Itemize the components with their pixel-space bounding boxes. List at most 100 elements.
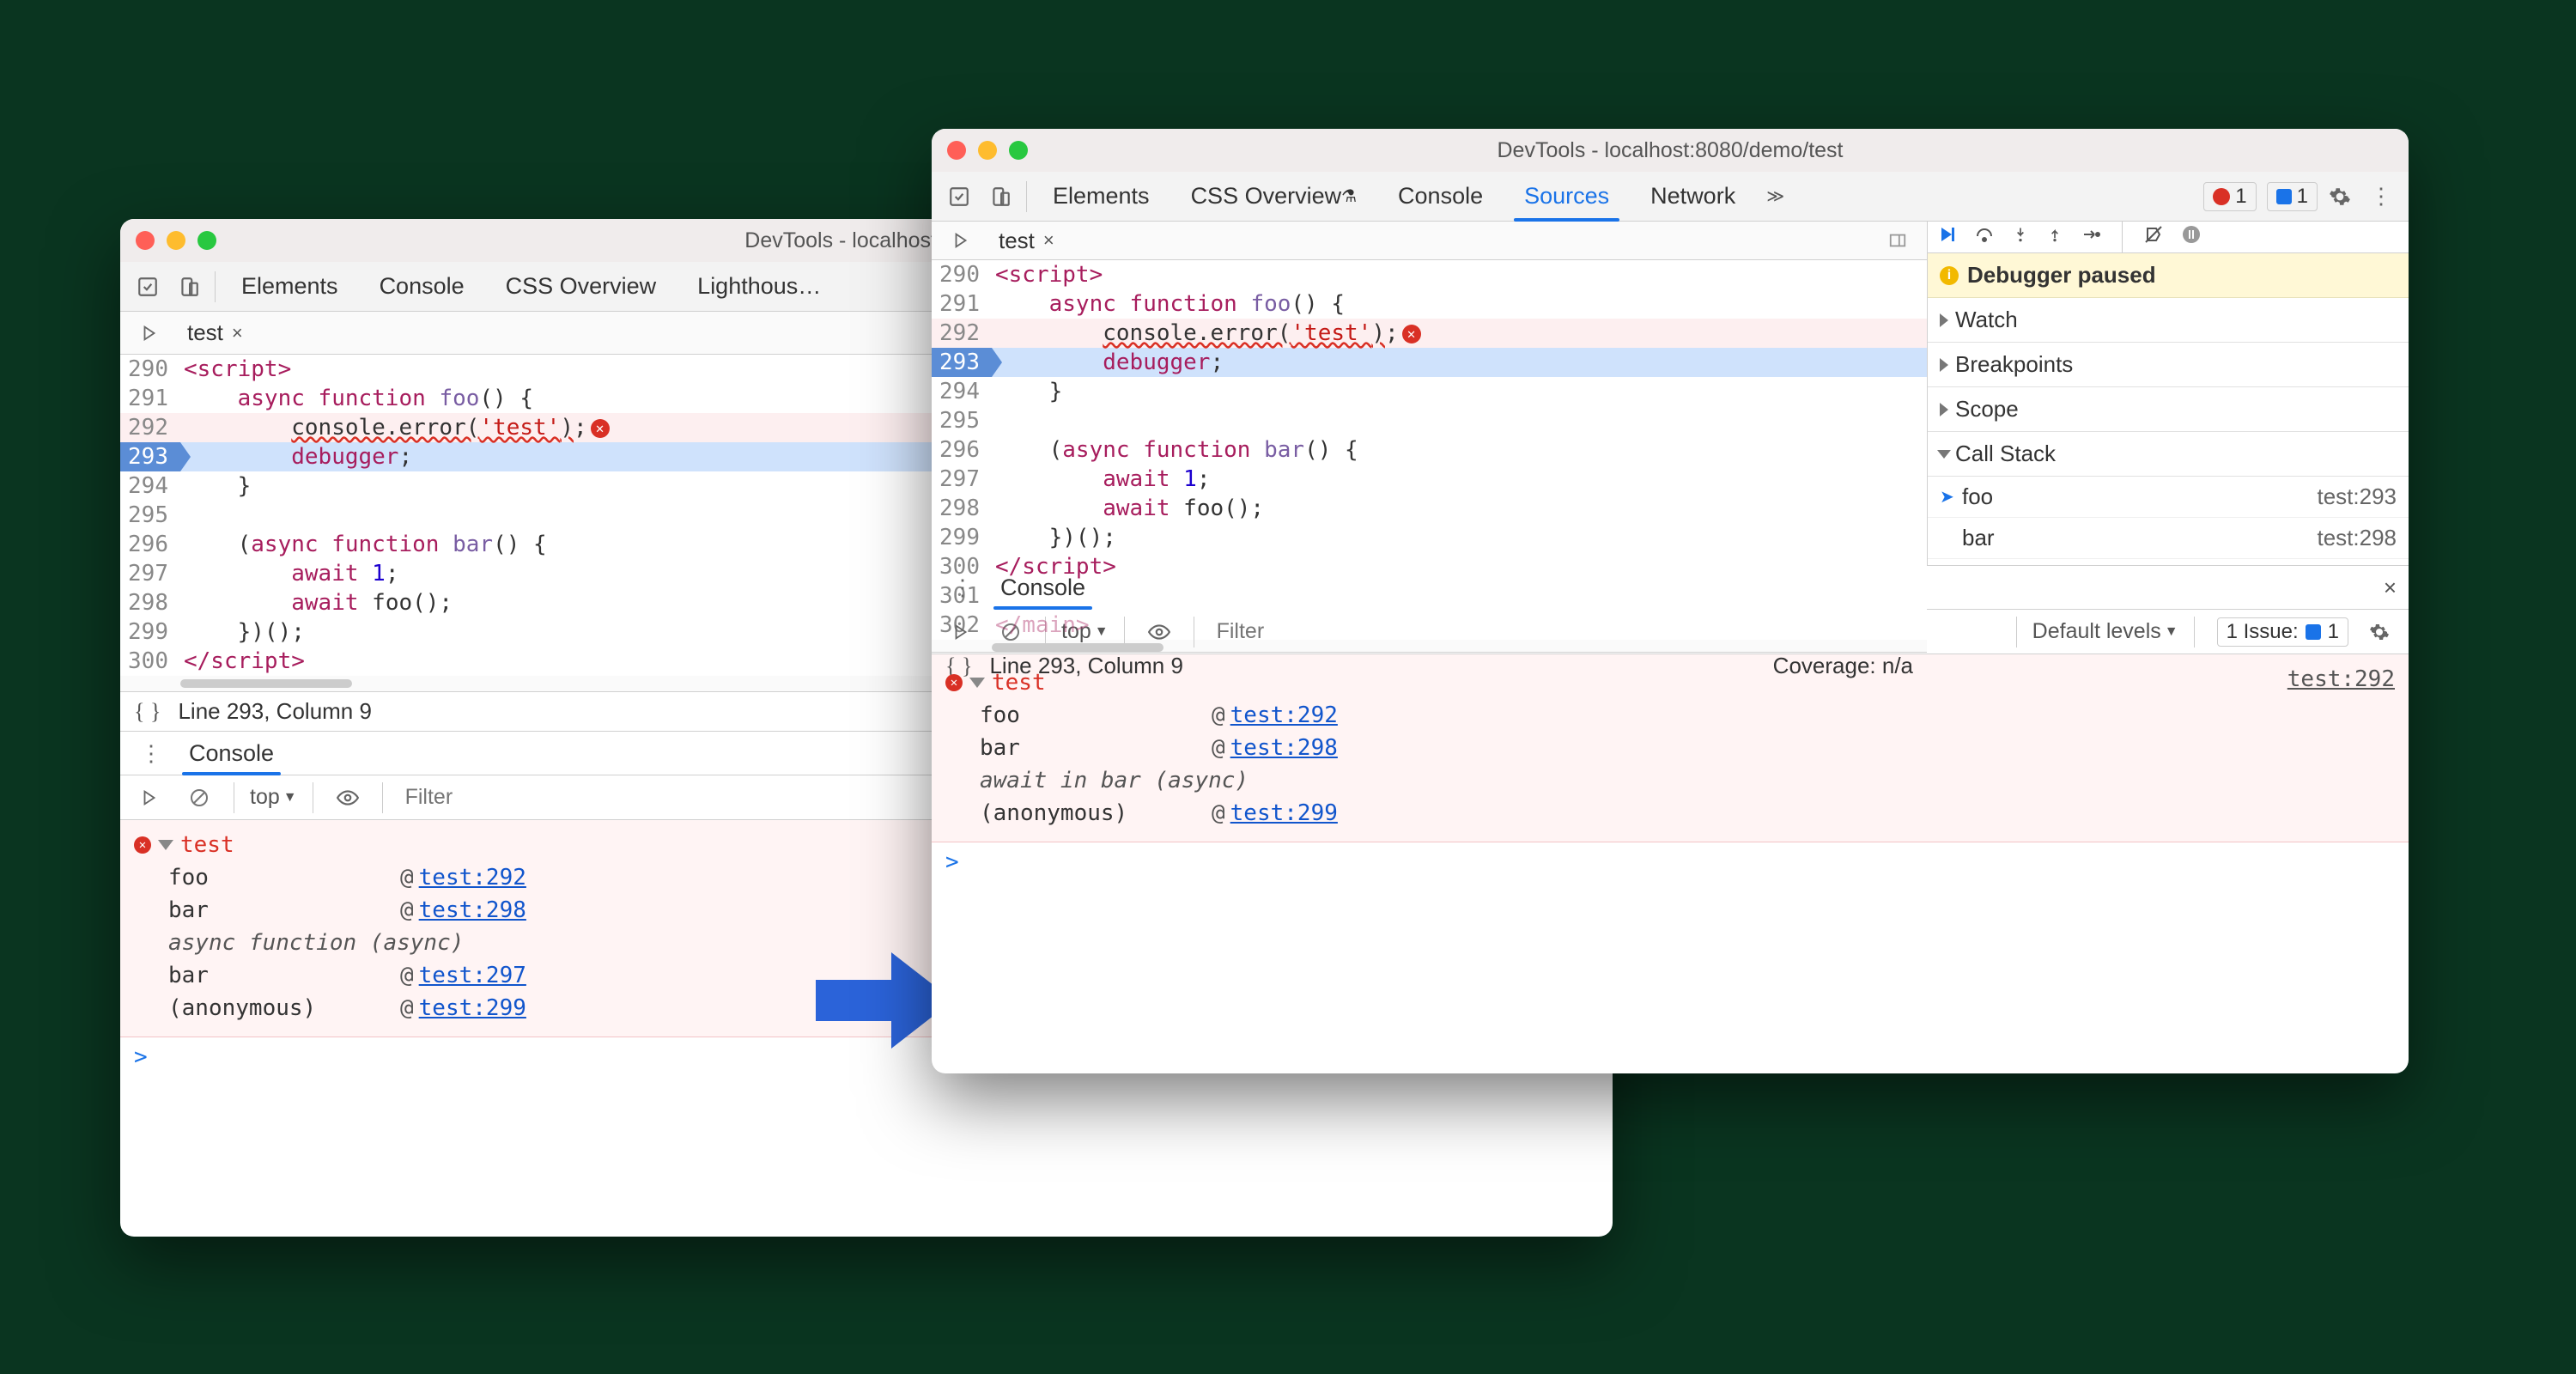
eye-icon[interactable] [329, 779, 367, 817]
gear-icon[interactable] [2360, 613, 2398, 651]
close-icon[interactable] [947, 141, 966, 160]
expand-icon[interactable] [969, 678, 985, 688]
code-line[interactable]: 296 (async function bar() { [932, 435, 1927, 465]
navigator-icon[interactable] [131, 779, 168, 817]
source-link[interactable]: test:298 [419, 897, 526, 923]
code-line[interactable]: 294 } [932, 377, 1927, 406]
close-icon[interactable]: × [1043, 229, 1054, 252]
stack-fn: foo [134, 865, 400, 891]
inspect-icon[interactable] [129, 268, 167, 306]
navigator-icon[interactable] [942, 613, 980, 651]
flask-icon: ⚗ [1341, 185, 1357, 207]
file-tab[interactable]: test × [180, 316, 250, 350]
stack-fn: bar [945, 735, 1212, 761]
expand-icon[interactable] [158, 840, 173, 850]
code-line[interactable]: 299 })(); [932, 523, 1927, 552]
pane-call-stack[interactable]: Call Stack [1928, 432, 2409, 477]
code-line[interactable]: 292 console.error('test');✕ [932, 319, 1927, 348]
device-icon[interactable] [170, 268, 208, 306]
stack-fn: foo [945, 702, 1212, 728]
clear-icon[interactable] [180, 779, 218, 817]
more-panels-icon[interactable] [1879, 222, 1917, 259]
source-link[interactable]: test:299 [419, 995, 526, 1021]
resume-icon[interactable] [1936, 224, 1957, 250]
eye-icon[interactable] [1140, 613, 1178, 651]
tab-elements[interactable]: Elements [1034, 172, 1169, 221]
tab-lighthouse[interactable]: Lighthous… [678, 262, 840, 311]
minimize-icon[interactable] [167, 231, 185, 250]
gear-icon[interactable] [2321, 178, 2359, 216]
code-line[interactable]: 298 await foo(); [932, 494, 1927, 523]
async-label: async function (async) [134, 930, 464, 956]
stack-frame[interactable]: footest:293 [1928, 477, 2409, 518]
debugger-toolbar [1928, 222, 2409, 253]
device-icon[interactable] [981, 178, 1019, 216]
tab-elements[interactable]: Elements [222, 262, 357, 311]
filter-input[interactable] [1210, 616, 2001, 647]
stack-frame[interactable]: bartest:298 [1928, 518, 2409, 559]
source-link[interactable]: test:298 [1230, 735, 1338, 761]
source-link[interactable]: test:292 [1230, 702, 1338, 728]
code-line[interactable]: 297 await 1; [932, 465, 1927, 494]
error-message: test [992, 670, 1046, 696]
source-link[interactable]: test:299 [1230, 800, 1338, 826]
devtools-window-right: DevTools - localhost:8080/demo/test Elem… [932, 129, 2409, 1073]
pane-watch[interactable]: Watch [1928, 298, 2409, 343]
message-badge[interactable]: 1 [2267, 182, 2318, 211]
tab-console[interactable]: Console [361, 262, 483, 311]
pane-breakpoints[interactable]: Breakpoints [1928, 343, 2409, 387]
pause-on-exceptions-icon[interactable] [2181, 224, 2202, 250]
drawer-tab-console[interactable]: Console [997, 566, 1089, 609]
pane-scope[interactable]: Scope [1928, 387, 2409, 432]
file-tab[interactable]: test × [992, 224, 1061, 258]
console-prompt[interactable]: > [932, 842, 2409, 882]
tab-sources[interactable]: Sources [1505, 172, 1628, 221]
step-into-icon[interactable] [2012, 224, 2029, 250]
step-over-icon[interactable] [1974, 224, 1995, 250]
window-controls [947, 141, 1028, 160]
minimize-icon[interactable] [978, 141, 997, 160]
main-tabbar: Elements CSS Overview ⚗ Console Sources … [932, 172, 2409, 222]
stack-fn: (anonymous) [134, 995, 400, 1021]
tab-css-overview[interactable]: CSS Overview [487, 262, 676, 311]
step-icon[interactable] [2081, 224, 2101, 250]
overflow-icon[interactable]: ≫ [1766, 185, 1784, 207]
code-line[interactable]: 291 async function foo() { [932, 289, 1927, 319]
stack-fn: bar [134, 963, 400, 988]
tab-css-overview[interactable]: CSS Overview ⚗ [1172, 172, 1376, 221]
window-controls [136, 231, 216, 250]
code-line[interactable]: 293 debugger; [932, 348, 1927, 377]
source-link[interactable]: test:292 [419, 865, 526, 891]
zoom-icon[interactable] [1009, 141, 1028, 160]
format-icon[interactable]: { } [134, 699, 161, 725]
drawer-tab-console[interactable]: Console [185, 732, 277, 775]
cursor-position: Line 293, Column 9 [178, 698, 371, 725]
close-icon[interactable]: × [2384, 575, 2397, 601]
log-levels-selector[interactable]: Default levels ▼ [2032, 619, 2178, 644]
file-tab-label: test [187, 319, 223, 346]
step-out-icon[interactable] [2046, 224, 2063, 250]
deactivate-breakpoints-icon[interactable] [2143, 224, 2164, 250]
source-link[interactable]: test:297 [419, 963, 526, 988]
tab-network[interactable]: Network [1631, 172, 1754, 221]
kebab-icon[interactable]: ⋮ [132, 734, 170, 772]
async-boundary: await in bar (async) [1928, 559, 2409, 565]
console-body: ✕testtest:292foo@test:292bar@test:298awa… [932, 654, 2409, 842]
issues-pill[interactable]: 1 Issue: 1 [2217, 617, 2348, 647]
inspect-icon[interactable] [940, 178, 978, 216]
tab-console[interactable]: Console [1379, 172, 1502, 221]
context-selector[interactable]: top ▼ [250, 785, 297, 810]
error-badge[interactable]: 1 [2203, 182, 2256, 211]
code-line[interactable]: 295 [932, 406, 1927, 435]
code-line[interactable]: 290<script> [932, 260, 1927, 289]
kebab-icon[interactable]: ⋮ [944, 568, 981, 606]
kebab-icon[interactable]: ⋮ [2362, 178, 2400, 216]
close-icon[interactable]: × [232, 322, 243, 344]
error-icon: ✕test [134, 832, 234, 858]
navigator-icon[interactable] [131, 314, 168, 352]
source-link[interactable]: test:292 [2287, 666, 2395, 692]
zoom-icon[interactable] [197, 231, 216, 250]
info-icon: i [1940, 266, 1959, 285]
close-icon[interactable] [136, 231, 155, 250]
navigator-icon[interactable] [942, 222, 980, 259]
